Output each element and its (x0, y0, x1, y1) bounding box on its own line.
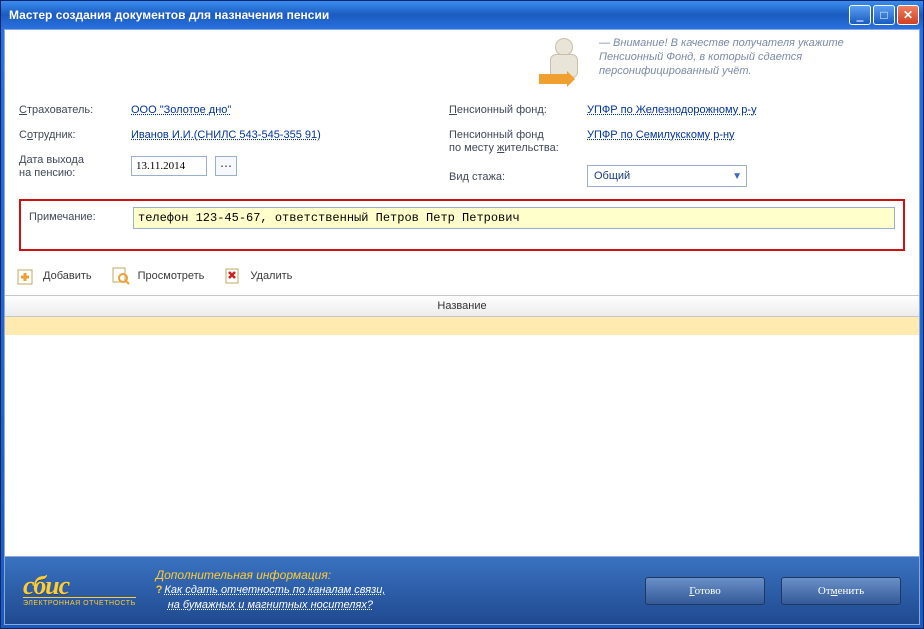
retire-date-input[interactable] (131, 156, 207, 176)
grid-header[interactable]: Название (5, 295, 919, 317)
label-retire-date: Дата выходана пенсию: (19, 152, 123, 180)
label-employee: Сотрудник: (19, 127, 123, 142)
footer: сбис ЭЛЕКТРОННАЯ ОТЧЕТНОСТЬ Дополнительн… (5, 556, 919, 624)
minimize-button[interactable]: ‗ (849, 5, 871, 25)
note-input[interactable] (133, 207, 895, 229)
close-button[interactable]: ✕ (897, 5, 919, 25)
grid-selected-row[interactable] (5, 317, 919, 335)
label-stage-type: Вид стажа: (449, 169, 579, 184)
list-toolbar: Добавить Просмотреть Удалить (5, 261, 919, 295)
cancel-button[interactable]: Отменить (781, 577, 901, 605)
plus-icon (15, 265, 37, 287)
stage-type-value: Общий (594, 170, 630, 182)
form-area: Страхователь: ООО "Золотое дно" Сотрудни… (5, 92, 919, 193)
footer-info-title: Дополнительная информация: (156, 568, 386, 583)
label-insurer: Страхователь: (19, 102, 123, 117)
maximize-button[interactable]: □ (873, 5, 895, 25)
delete-icon (222, 265, 244, 287)
hint-text: — Внимание! В качестве получателя укажит… (599, 36, 899, 92)
link-fund[interactable]: УПФР по Железнодорожному р-у (587, 102, 757, 116)
window-title: Мастер создания документов для назначени… (9, 8, 329, 22)
link-fund-residence[interactable]: УПФР по Семилукскому р-ну (587, 127, 735, 141)
assistant-icon (539, 36, 589, 86)
add-button[interactable]: Добавить (15, 265, 92, 287)
stage-type-select[interactable]: Общий ▼ (587, 165, 747, 187)
grid-body[interactable] (5, 317, 919, 556)
date-picker-button[interactable]: ⋯ (215, 156, 237, 176)
magnifier-icon (110, 265, 132, 287)
delete-button[interactable]: Удалить (222, 265, 292, 287)
footer-info-line2[interactable]: на бумажных и магнитных носителях? (168, 599, 373, 611)
delete-label: Удалить (250, 270, 292, 282)
add-label: Добавить (43, 270, 92, 282)
logo-text: сбис (23, 575, 69, 597)
chevron-down-icon: ▼ (732, 171, 742, 182)
link-insurer[interactable]: ООО "Золотое дно" (131, 102, 231, 116)
view-button[interactable]: Просмотреть (110, 265, 205, 287)
footer-info-line1[interactable]: Как сдать отчетность по каналам связи, (164, 584, 385, 596)
titlebar[interactable]: Мастер создания документов для назначени… (1, 1, 923, 29)
label-fund-residence: Пенсионный фондпо месту жительства: (449, 127, 579, 155)
logo-subtext: ЭЛЕКТРОННАЯ ОТЧЕТНОСТЬ (23, 597, 136, 607)
label-fund: Пенсионный фонд: (449, 102, 579, 117)
done-button[interactable]: Готово (645, 577, 765, 605)
app-window: Мастер создания документов для назначени… (0, 0, 924, 629)
logo: сбис ЭЛЕКТРОННАЯ ОТЧЕТНОСТЬ (23, 575, 136, 607)
footer-info: Дополнительная информация: ?Как сдать от… (156, 568, 386, 613)
grid-col-name: Название (437, 300, 486, 312)
hint-area: — Внимание! В качестве получателя укажит… (5, 30, 919, 92)
note-section: Примечание: (19, 199, 905, 251)
link-employee[interactable]: Иванов И.И.(СНИЛС 543-545-355 91) (131, 127, 321, 141)
content-pane: — Внимание! В качестве получателя укажит… (4, 29, 920, 625)
view-label: Просмотреть (138, 270, 205, 282)
label-note: Примечание: (29, 207, 125, 229)
